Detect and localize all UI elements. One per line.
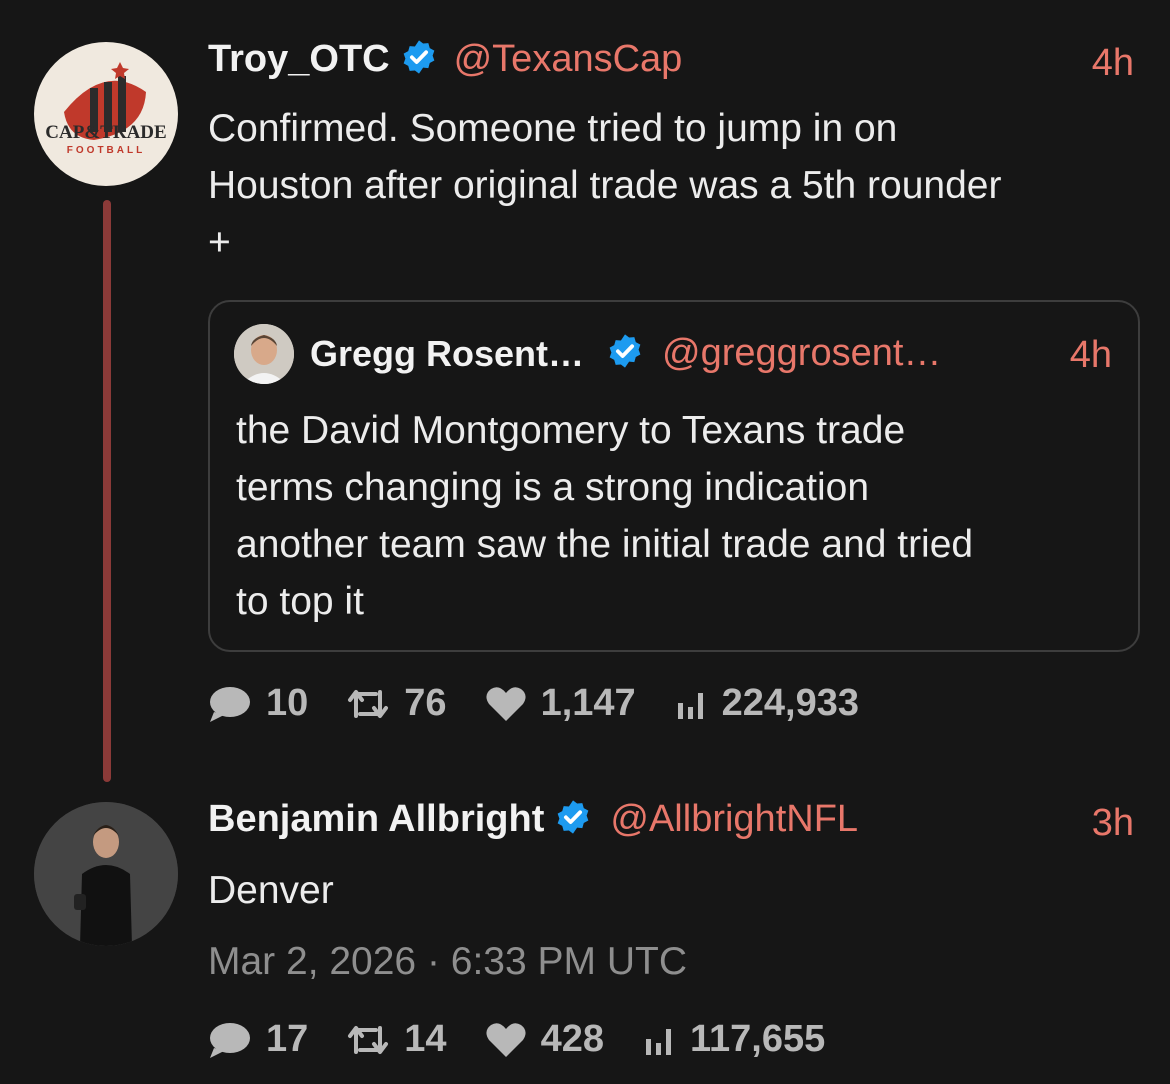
tweet1-body: Confirmed. Someone tried to jump in on H… [208, 100, 1138, 271]
like-count: 428 [540, 1018, 604, 1060]
like-action[interactable]: 428 [485, 1018, 604, 1061]
tweet1-stats: 10 76 1,147 224,933 [208, 682, 897, 725]
tweet-text-line: Houston after original trade was a 5th r… [208, 164, 1002, 207]
person-photo-icon [34, 802, 178, 946]
tweet2-stats: 17 14 428 117,655 [208, 1018, 863, 1061]
avatar-benjamin-allbright[interactable] [34, 802, 178, 946]
retweet-icon [348, 689, 389, 718]
user-handle[interactable]: @TexansCap [454, 38, 683, 81]
tweet1-header: Troy_OTC @TexansCap [208, 38, 682, 81]
quote-body: the David Montgomery to Texans trade ter… [236, 402, 1116, 630]
comment-icon [210, 1022, 250, 1058]
thread-line [103, 200, 111, 782]
display-name[interactable]: Troy_OTC [208, 38, 390, 81]
verified-badge-icon [554, 798, 592, 841]
reply-action[interactable]: 17 [208, 1018, 308, 1061]
quote-text-line: another team saw the initial trade and t… [236, 523, 974, 566]
tweet2-date[interactable]: Mar 2, 2026 · 6:33 PM UTC [208, 940, 687, 984]
avatar-gregg-rosenthal [234, 324, 294, 384]
views-chart-icon [645, 1028, 671, 1055]
comment-icon [210, 686, 250, 722]
cap-trade-logo-icon [64, 62, 146, 140]
retweet-count: 14 [404, 1018, 447, 1060]
avatar-troy-otc[interactable]: CAP&TRADE FOOTBALL [34, 42, 178, 186]
retweet-action[interactable]: 14 [346, 1018, 447, 1061]
view-count: 117,655 [689, 1018, 826, 1060]
tweet-text-line: + [208, 221, 231, 264]
reply-action[interactable]: 10 [208, 682, 308, 725]
views-action[interactable]: 117,655 [642, 1018, 825, 1061]
verified-badge-icon [606, 332, 644, 375]
retweet-count: 76 [404, 682, 447, 724]
quote-display-name: Gregg Rosent… [310, 332, 585, 374]
verified-badge-icon [400, 38, 438, 81]
retweet-action[interactable]: 76 [346, 682, 447, 725]
view-count: 224,933 [721, 682, 860, 724]
quote-timestamp: 4h [1069, 334, 1112, 376]
quote-header: Gregg Rosent… @greggrosent… [310, 332, 941, 375]
display-name[interactable]: Benjamin Allbright [208, 798, 544, 841]
views-chart-icon [677, 692, 703, 719]
like-count: 1,147 [540, 682, 636, 724]
tweet1-timestamp[interactable]: 4h [1092, 42, 1134, 85]
heart-icon [485, 686, 526, 721]
tweet2-body: Denver [208, 869, 334, 912]
reply-count: 10 [266, 682, 309, 724]
retweet-icon [348, 1025, 389, 1054]
logo-subtext: FOOTBALL [66, 145, 146, 156]
person-photo-icon [234, 324, 294, 384]
quote-text-line: terms changing is a strong indication [236, 466, 870, 509]
logo-wordmark: CAP&TRADE [45, 122, 167, 143]
heart-icon [485, 1022, 526, 1057]
quote-text-line: to top it [236, 580, 364, 623]
user-handle[interactable]: @AllbrightNFL [610, 798, 858, 841]
like-action[interactable]: 1,147 [485, 682, 636, 725]
views-action[interactable]: 224,933 [674, 682, 859, 725]
quote-text-line: the David Montgomery to Texans trade [236, 409, 906, 452]
quoted-tweet-card[interactable]: Gregg Rosent… @greggrosent… 4h the David… [208, 300, 1140, 652]
tweet-text-line: Confirmed. Someone tried to jump in on [208, 107, 898, 150]
reply-count: 17 [266, 1018, 309, 1060]
tweet2-header: Benjamin Allbright @AllbrightNFL [208, 798, 858, 841]
tweet2-timestamp[interactable]: 3h [1092, 802, 1134, 845]
quote-user-handle: @greggrosent… [662, 332, 942, 374]
